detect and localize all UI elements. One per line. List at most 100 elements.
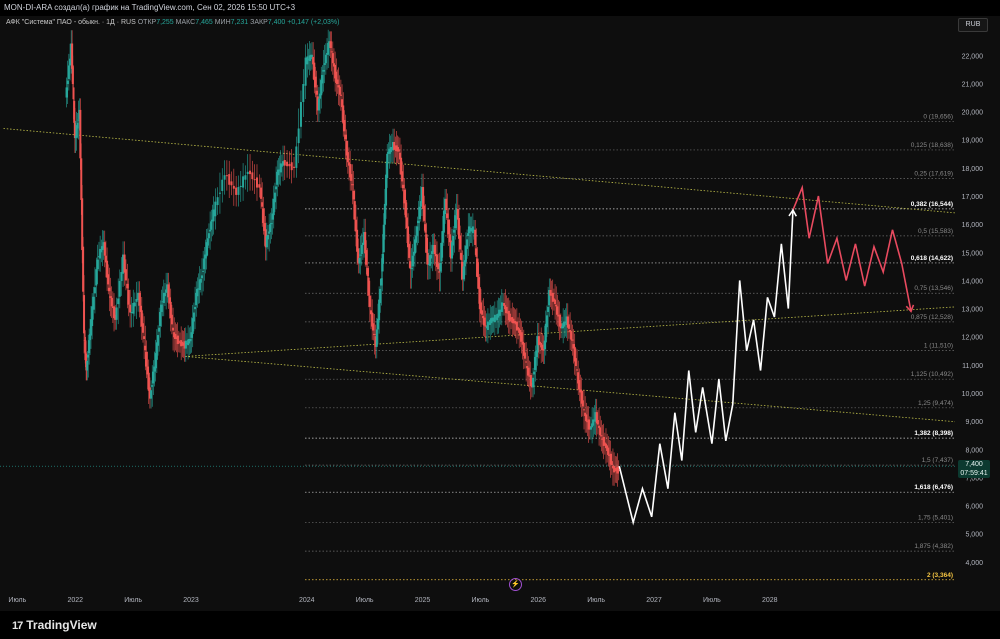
candle-body [176, 335, 179, 345]
candle-body [177, 340, 180, 343]
candle-body [67, 65, 70, 79]
candle-body [471, 226, 474, 234]
candle-body [115, 307, 118, 320]
candle-body [402, 184, 405, 189]
candle-body [214, 201, 217, 217]
candle-body [145, 351, 148, 367]
price-tick-label: 19,000 [962, 138, 984, 145]
fib-level-label: 0,25 (17,619) [914, 171, 953, 178]
candle-body [321, 75, 324, 84]
trendline [185, 356, 956, 423]
candle-body [299, 102, 302, 127]
candle-body [202, 270, 205, 272]
candle-body [600, 435, 603, 437]
candle-body [505, 306, 508, 314]
candle-body [483, 317, 486, 326]
candle-body [452, 235, 455, 246]
footer-bar [0, 611, 1000, 639]
candle-body [351, 184, 354, 186]
candle-body [430, 254, 433, 259]
candle-body [383, 203, 386, 225]
candle-body [554, 299, 557, 305]
candle-body [260, 187, 263, 199]
candle-body [66, 80, 69, 85]
projection-layer [618, 184, 915, 526]
candle-body [225, 175, 228, 177]
candle-body [258, 184, 261, 188]
candle-body [477, 277, 480, 289]
candle-body [253, 179, 256, 181]
price-tick-label: 9,000 [965, 419, 983, 426]
candle-body [223, 175, 226, 180]
fib-level-label: 0,125 (18,638) [911, 142, 953, 149]
price-axis: 22,000 21,000 20,000 19,000 18,000 17,000 16,0… [962, 53, 984, 567]
candle-body [237, 187, 240, 195]
candle-body [352, 190, 355, 200]
brand-name: TradingView [26, 618, 97, 632]
candle-body [513, 320, 516, 324]
candle-body [354, 219, 357, 232]
symbol-legend: АФК "Система" ПАО - обыкн. · 1Д · RUS ОТ… [6, 19, 339, 26]
candle-body [582, 409, 585, 411]
candle-body [417, 220, 420, 224]
candle-body [542, 349, 545, 351]
candle-body [439, 263, 442, 272]
currency-button[interactable]: RUB [958, 18, 988, 32]
candle-body [336, 79, 339, 85]
last-price-value: 7,400 [965, 461, 983, 468]
candle-body [228, 174, 231, 185]
fib-level-label: 0,875 (12,528) [911, 314, 953, 321]
candle-body [344, 134, 347, 140]
candle-body [269, 224, 272, 233]
time-tick-label: Июль [124, 597, 142, 604]
candle-body [453, 229, 456, 233]
candle-body [462, 266, 465, 280]
projection-down-path [792, 184, 912, 312]
candle-body [445, 198, 448, 211]
projection-up-path [618, 210, 794, 526]
fib-level-label: 2 (3,364) [927, 572, 953, 579]
candle-body [401, 171, 404, 182]
candle-body [270, 223, 273, 225]
candle-body [574, 358, 577, 366]
candle-body [273, 192, 276, 203]
candle-body [295, 146, 298, 168]
candle-body [141, 323, 144, 333]
price-tick-label: 8,000 [965, 447, 983, 454]
tradingview-mark-icon: 17 [12, 620, 23, 632]
candle-body [372, 323, 375, 331]
candle-body [410, 268, 413, 270]
time-tick-label: Июль [703, 597, 721, 604]
time-tick-label: Июль [471, 597, 489, 604]
candle-body [365, 250, 368, 265]
candle-body [158, 327, 161, 332]
candle-body [418, 206, 421, 220]
candle-body [209, 229, 212, 232]
candle-body [255, 177, 258, 188]
candle-body [167, 284, 170, 298]
lightning-icon[interactable]: ⚡ [509, 578, 522, 591]
candle-body [286, 161, 289, 167]
trendline [3, 128, 956, 214]
candle-body [375, 329, 378, 347]
candle-body [314, 76, 317, 88]
price-tick-label: 17,000 [962, 194, 984, 201]
price-tick-label: 4,000 [965, 560, 983, 567]
price-chart[interactable]: 0 (19,656) 0,125 (18,638) 0,25 (17,619) 0,3… [0, 0, 1000, 639]
candle-body [409, 261, 412, 269]
candle-body [96, 259, 99, 270]
tradingview-logo[interactable]: 17 TradingView [12, 618, 97, 632]
time-tick-label: 2024 [299, 597, 315, 604]
candle-body [484, 325, 487, 327]
candle-body [437, 263, 440, 270]
candle-body [306, 56, 309, 65]
candle-body [170, 314, 173, 325]
candle-body [408, 243, 411, 258]
candle-body [189, 338, 192, 342]
candle-body [232, 185, 235, 189]
candle-body [353, 201, 356, 220]
price-tick-label: 18,000 [962, 166, 984, 173]
candle-body [282, 161, 285, 166]
candle-body [184, 340, 187, 349]
candle-body [133, 302, 136, 307]
